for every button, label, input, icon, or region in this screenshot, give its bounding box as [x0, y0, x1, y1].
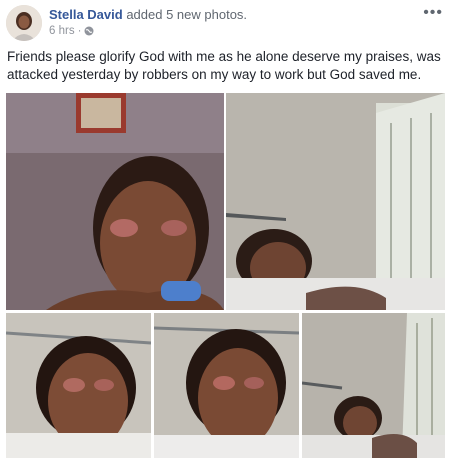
- photo-5[interactable]: [302, 313, 445, 458]
- injured-woman-closeup-photo: [6, 93, 224, 310]
- post-meta: 6 hrs ·: [49, 25, 94, 37]
- author-name-link[interactable]: Stella David: [49, 7, 123, 22]
- woman-lying-on-bed-photo: [302, 313, 445, 458]
- post-header: Stella David added 5 new photos.: [49, 7, 247, 23]
- photo-2[interactable]: [226, 93, 445, 310]
- woman-lying-on-bed-photo: [226, 93, 445, 310]
- injured-woman-closeup-photo: [154, 313, 299, 458]
- post-action-text: added 5 new photos.: [126, 7, 248, 22]
- injured-woman-closeup-photo: [6, 313, 151, 458]
- meta-separator: ·: [77, 25, 82, 37]
- globe-icon[interactable]: [84, 26, 94, 36]
- photo-1[interactable]: [6, 93, 224, 310]
- facebook-post: Stella David added 5 new photos. 6 hrs ·…: [0, 0, 451, 462]
- post-text: Friends please glorify God with me as he…: [7, 49, 441, 82]
- more-options-icon[interactable]: •••: [423, 4, 443, 22]
- photo-4[interactable]: [154, 313, 299, 458]
- avatar[interactable]: [6, 5, 42, 41]
- photo-3[interactable]: [6, 313, 151, 458]
- timestamp-link[interactable]: 6 hrs: [49, 25, 75, 37]
